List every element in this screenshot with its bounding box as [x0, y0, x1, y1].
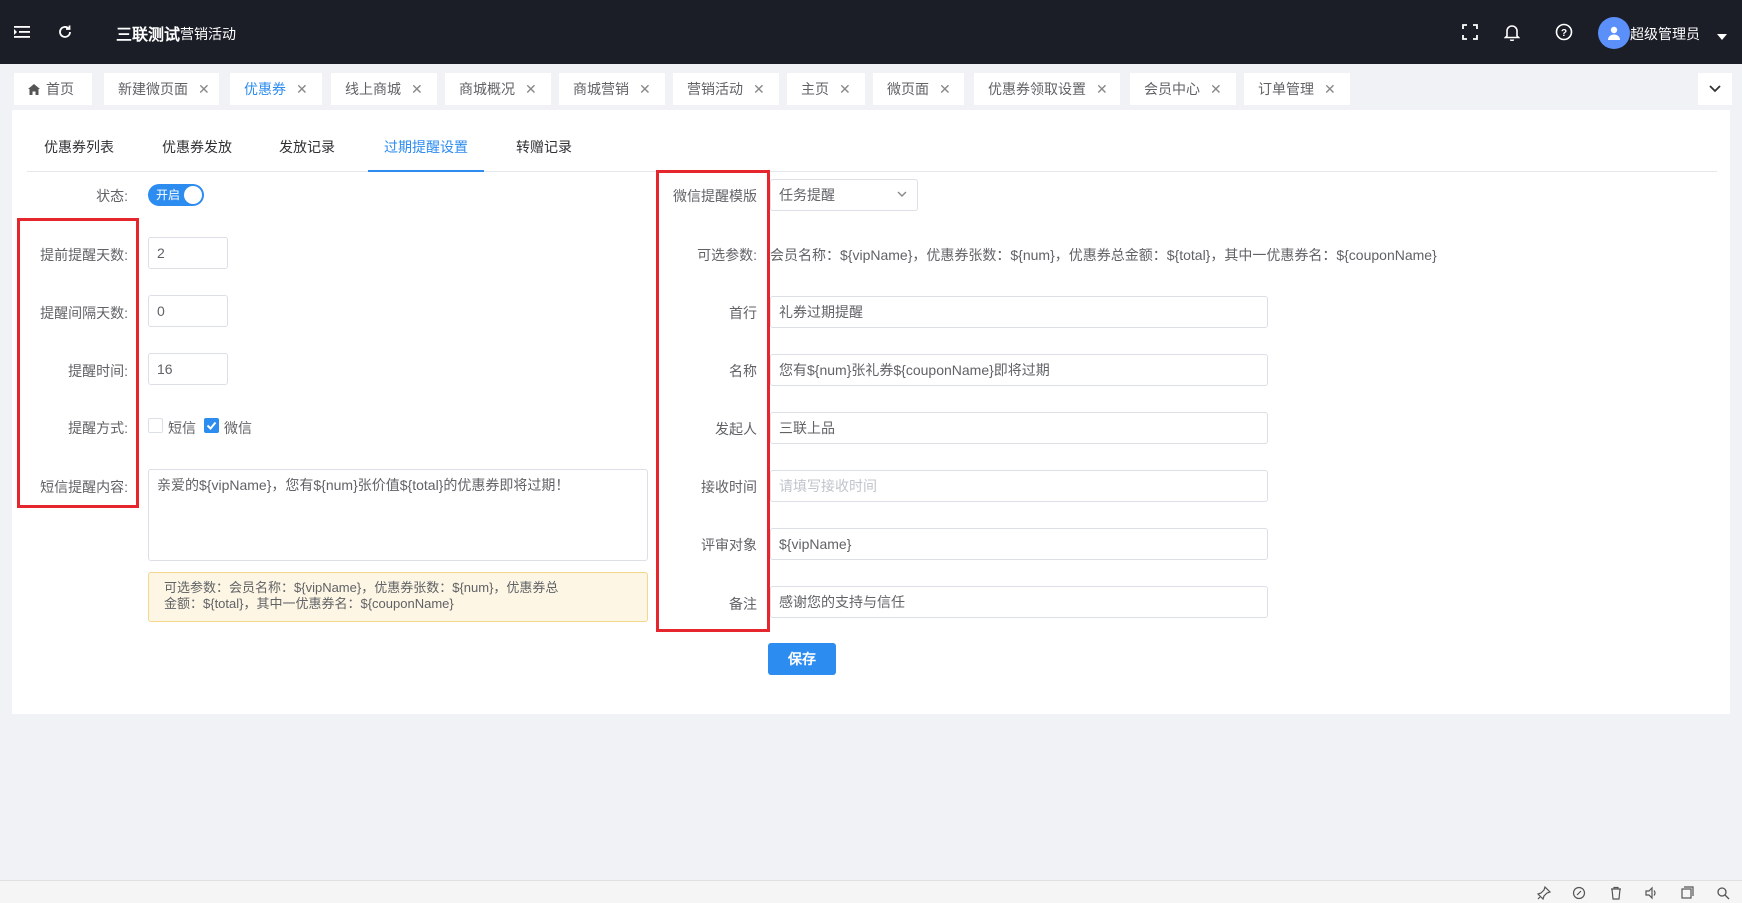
first-line-input[interactable]: 礼券过期提醒 [770, 296, 1268, 328]
tag-micro-page[interactable]: 微页面 ✕ [873, 73, 964, 105]
tip-line-1: 可选参数：会员名称：${vipName}，优惠券张数：${num}，优惠券总 [164, 580, 559, 595]
tag-mall-marketing[interactable]: 商城营销 ✕ [559, 73, 665, 105]
help-icon[interactable]: ? [1553, 21, 1575, 43]
close-icon[interactable]: ✕ [411, 81, 423, 98]
switch-knob [184, 186, 202, 204]
close-icon[interactable]: ✕ [753, 81, 765, 98]
initiator-input[interactable]: 三联上品 [770, 412, 1268, 444]
tab-coupon-list[interactable]: 优惠券列表 [44, 130, 114, 172]
refresh-circle-icon[interactable] [1571, 885, 1587, 901]
tag-label: 主页 [801, 81, 829, 97]
remark-input[interactable]: 感谢您的支持与信任 [770, 586, 1268, 618]
check-icon [206, 421, 217, 430]
tab-issue-records[interactable]: 发放记录 [279, 130, 335, 172]
user-name[interactable]: 超级管理员 [1630, 24, 1700, 44]
tab-expiry-reminder-settings[interactable]: 过期提醒设置 [384, 130, 468, 172]
fullscreen-icon[interactable] [1459, 21, 1481, 43]
tag-label: 优惠券领取设置 [988, 81, 1086, 97]
tip-line-2: 金额：${total}，其中一优惠券名：${couponName} [164, 596, 454, 611]
tag-label: 新建微页面 [118, 81, 188, 97]
sms-checkbox-label[interactable]: 短信 [168, 418, 196, 438]
switch-text: 开启 [156, 188, 181, 202]
top-navbar: 三联测试 营销活动 ? 超级管理员 [0, 0, 1742, 64]
sms-checkbox[interactable] [148, 418, 163, 433]
trash-icon[interactable] [1608, 885, 1624, 901]
window-icon[interactable] [1679, 885, 1695, 901]
tag-coupon-claim-settings[interactable]: 优惠券领取设置 ✕ [974, 73, 1120, 105]
close-icon[interactable]: ✕ [1324, 81, 1336, 98]
tag-label: 商城营销 [573, 81, 629, 97]
advance-days-input[interactable]: 2 [148, 237, 228, 269]
close-icon[interactable]: ✕ [639, 81, 651, 98]
tag-label: 首页 [46, 81, 74, 97]
nav-menu-marketing[interactable]: 营销活动 [180, 24, 236, 44]
tags-view-bar: 首页 新建微页面 ✕ 优惠券 ✕ 线上商城 ✕ 商城概况 ✕ 商城营销 ✕ 营销活动 ✕ 主… [0, 64, 1742, 110]
highlight-box-left-labels [17, 218, 139, 508]
menu-fold-icon[interactable] [11, 21, 33, 43]
tag-online-mall[interactable]: 线上商城 ✕ [331, 73, 437, 105]
search-icon[interactable] [1715, 885, 1731, 901]
tag-member-center[interactable]: 会员中心 ✕ [1130, 73, 1236, 105]
close-icon[interactable]: ✕ [1096, 81, 1108, 98]
close-icon[interactable]: ✕ [839, 81, 851, 98]
tags-more-button[interactable] [1698, 73, 1732, 105]
status-switch[interactable]: 开启 [148, 184, 204, 206]
chevron-down-icon [1709, 85, 1721, 93]
user-dropdown-caret-icon[interactable] [1717, 28, 1727, 44]
tag-label: 优惠券 [244, 81, 286, 97]
tag-marketing-activity[interactable]: 营销活动 ✕ [673, 73, 779, 105]
close-icon[interactable]: ✕ [198, 81, 210, 98]
tag-label: 会员中心 [1144, 81, 1200, 97]
tag-label: 商城概况 [459, 81, 515, 97]
sms-content-textarea[interactable]: 亲爱的${vipName}，您有${num}张价值${total}的优惠券即将过… [148, 469, 648, 561]
tag-new-micro-page[interactable]: 新建微页面 ✕ [104, 73, 219, 105]
close-icon[interactable]: ✕ [296, 81, 308, 98]
tag-label: 线上商城 [345, 81, 401, 97]
refresh-icon[interactable] [54, 21, 76, 43]
wechat-checkbox[interactable] [204, 418, 219, 433]
tag-coupon[interactable]: 优惠券 ✕ [230, 73, 322, 105]
avatar[interactable] [1598, 17, 1630, 49]
review-target-input[interactable]: ${vipName} [770, 528, 1268, 560]
optional-params-text: 会员名称：${vipName}，优惠券张数：${num}，优惠券总金额：${to… [770, 247, 1437, 263]
close-icon[interactable]: ✕ [525, 81, 537, 98]
tag-label: 营销活动 [687, 81, 743, 97]
app-brand: 三联测试 [116, 27, 181, 44]
select-value: 任务提醒 [779, 187, 835, 203]
tag-mall-overview[interactable]: 商城概况 ✕ [445, 73, 551, 105]
close-icon[interactable]: ✕ [939, 81, 951, 98]
sms-params-tip: 可选参数：会员名称：${vipName}，优惠券张数：${num}，优惠券总 金… [148, 572, 648, 622]
tag-home-page[interactable]: 主页 ✕ [787, 73, 865, 105]
highlight-box-right-labels [656, 170, 770, 632]
pin-icon[interactable] [1536, 885, 1552, 901]
remind-time-input[interactable]: 16 [148, 353, 228, 385]
volume-icon[interactable] [1643, 885, 1659, 901]
tag-order-management[interactable]: 订单管理 ✕ [1244, 73, 1350, 105]
interval-days-input[interactable]: 0 [148, 295, 228, 327]
home-icon [28, 83, 40, 95]
wechat-checkbox-label[interactable]: 微信 [224, 418, 252, 438]
system-status-bar [0, 880, 1742, 903]
name-input[interactable]: 您有${num}张礼券${couponName}即将过期 [770, 354, 1268, 386]
tag-home[interactable]: 首页 [14, 73, 92, 105]
subtabs: 优惠券列表 优惠券发放 发放记录 过期提醒设置 转赠记录 [27, 130, 1717, 172]
svg-text:?: ? [1561, 28, 1567, 39]
tab-transfer-records[interactable]: 转赠记录 [516, 130, 572, 172]
bell-icon[interactable] [1501, 21, 1523, 43]
status-label: 状态: [96, 188, 128, 204]
tag-label: 订单管理 [1258, 81, 1314, 97]
chevron-down-icon [897, 191, 907, 197]
close-icon[interactable]: ✕ [1210, 81, 1222, 98]
active-tab-underline [368, 170, 484, 172]
receive-time-input[interactable]: 请填写接收时间 [770, 470, 1268, 502]
tag-label: 微页面 [887, 81, 929, 97]
tab-coupon-issue[interactable]: 优惠券发放 [162, 130, 232, 172]
save-button[interactable]: 保存 [768, 643, 836, 675]
wechat-template-select[interactable]: 任务提醒 [770, 179, 918, 211]
